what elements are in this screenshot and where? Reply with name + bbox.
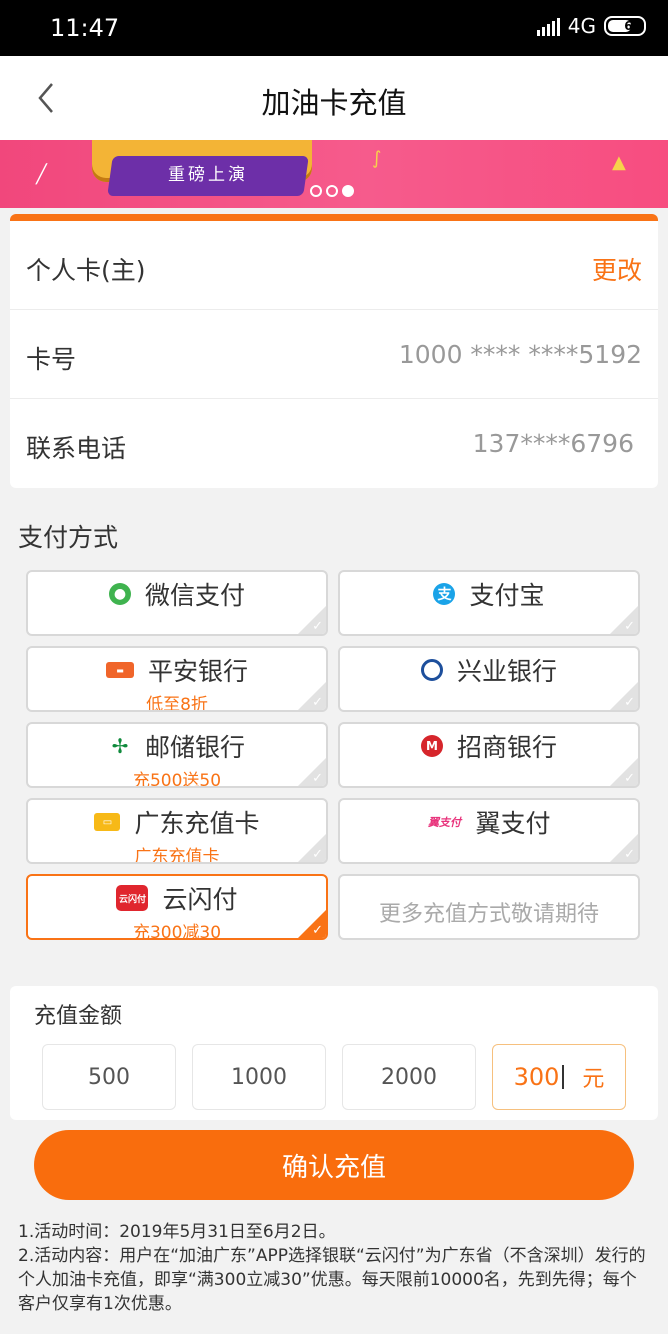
amount-unit: 元: [582, 1067, 605, 1092]
network-type: 4G: [567, 14, 596, 38]
pay-method-more: 更多充值方式敬请期待: [338, 874, 640, 940]
wechat-icon: ●: [108, 583, 131, 605]
card-info-panel: 个人卡(主) 更改 卡号 1000 **** ****5192 联系电话 137…: [10, 214, 658, 488]
check-icon: ✓: [312, 771, 323, 786]
pay-method-psbc[interactable]: ✢ 邮储银行 充500送50 ✓: [26, 722, 328, 788]
carousel-dots: [310, 185, 354, 197]
pay-method-promo: 充500送50: [132, 771, 222, 788]
pay-method-pingan[interactable]: ▬ 平安银行 低至8折 ✓: [26, 646, 328, 712]
card-type-label: 个人卡(主): [26, 256, 146, 285]
pingan-bank-icon: ▬: [105, 662, 134, 678]
note-time: 1.活动时间：2019年5月31日至6月2日。: [18, 1222, 336, 1242]
pay-method-label: 支付宝: [469, 581, 545, 610]
carousel-dot-active[interactable]: [342, 185, 354, 197]
amount-option[interactable]: 2000: [342, 1044, 476, 1110]
battery-level: 61: [624, 19, 641, 33]
signal-icon: [536, 16, 560, 36]
phone-label: 联系电话: [26, 434, 127, 463]
pay-method-unionpay-quickpass[interactable]: 云闪付 云闪付 充300减30 ✓: [26, 874, 328, 940]
check-icon: ✓: [624, 847, 635, 862]
check-icon: ✓: [312, 695, 323, 710]
custom-amount-value: 300: [513, 1063, 560, 1091]
check-icon: ✓: [312, 619, 323, 634]
confirm-recharge-button[interactable]: 确认充值: [34, 1130, 634, 1200]
more-methods-text: 更多充值方式敬请期待: [378, 902, 599, 927]
bestpay-icon: 翼支付: [427, 811, 462, 833]
pay-method-label: 兴业银行: [456, 657, 557, 686]
promo-banner[interactable]: ∫ ▲ ╱: [0, 140, 668, 208]
pay-method-bestpay[interactable]: 翼支付 翼支付 ✓: [338, 798, 640, 864]
pay-method-wechat[interactable]: ● 微信支付 ✓: [26, 570, 328, 636]
activity-notes: 1.活动时间：2019年5月31日至6月2日。 2.活动内容：用户在“加油广东”…: [18, 1220, 650, 1316]
phone-value: 137****6796: [472, 429, 634, 458]
quickpass-icon: 云闪付: [116, 885, 149, 911]
status-time: 11:47: [50, 14, 120, 42]
pay-method-label: 翼支付: [475, 809, 551, 838]
pay-method-promo: 广东充值卡: [134, 847, 220, 864]
check-icon: ✓: [624, 695, 635, 710]
card-type-row: 个人卡(主) 更改: [10, 221, 658, 310]
pay-method-label: 广东充值卡: [134, 809, 260, 838]
pay-method-cmb[interactable]: M 招商银行 ✓: [338, 722, 640, 788]
pay-method-label: 平安银行: [147, 657, 248, 686]
amount-panel: 充值金额 500 1000 2000 300 元: [10, 986, 658, 1120]
check-icon: ✓: [624, 771, 635, 786]
banner-sparkle-icon: ∫: [372, 148, 382, 169]
banner-subtitle: 重磅上演: [168, 165, 248, 185]
check-icon: ✓: [312, 923, 323, 938]
carousel-dot[interactable]: [326, 185, 338, 197]
banner-line-icon: ╱: [36, 164, 47, 185]
status-indicators: 4G 61: [536, 14, 646, 38]
status-bar: 11:47 4G 61: [0, 0, 668, 56]
pay-method-label: 邮储银行: [144, 733, 245, 762]
alipay-icon: 支: [433, 583, 456, 605]
payment-section-title: 支付方式: [18, 523, 119, 552]
text-caret: [562, 1065, 565, 1089]
nav-bar: 加油卡充值: [0, 56, 668, 140]
check-icon: ✓: [312, 847, 323, 862]
amount-option[interactable]: 1000: [192, 1044, 326, 1110]
prepaid-card-icon: ▭: [94, 813, 121, 831]
pay-method-label: 云闪付: [162, 885, 238, 914]
carousel-dot[interactable]: [310, 185, 322, 197]
check-icon: ✓: [624, 619, 635, 634]
battery-icon: 61: [604, 16, 646, 36]
banner-triangle-icon: ▲: [612, 152, 626, 173]
custom-amount-input[interactable]: 300 元: [492, 1044, 626, 1110]
note-content: 2.活动内容：用户在“加油广东”APP选择银联“云闪付”为广东省（不含深圳）发行…: [18, 1246, 646, 1314]
pay-method-gd-card[interactable]: ▭ 广东充值卡 广东充值卡 ✓: [26, 798, 328, 864]
amount-option[interactable]: 500: [42, 1044, 176, 1110]
amount-title: 充值金额: [34, 1004, 123, 1029]
card-number-value: 1000 **** ****5192: [398, 340, 642, 369]
card-number-label: 卡号: [26, 345, 77, 374]
pay-method-label: 招商银行: [456, 733, 557, 762]
card-number-row: 卡号 1000 **** ****5192: [10, 310, 658, 399]
psbc-bank-icon: ✢: [108, 734, 131, 758]
change-card-button[interactable]: 更改: [592, 251, 642, 287]
pay-method-label: 微信支付: [144, 581, 245, 610]
pay-method-promo: 低至8折: [146, 695, 208, 712]
phone-row: 联系电话 137****6796: [10, 399, 658, 488]
pay-method-cib[interactable]: 兴业银行 ✓: [338, 646, 640, 712]
cmb-bank-icon: M: [420, 735, 443, 757]
page-title: 加油卡充值: [261, 86, 407, 120]
pay-method-alipay[interactable]: 支 支付宝 ✓: [338, 570, 640, 636]
cib-bank-icon: [420, 659, 443, 681]
pay-method-promo: 充300减30: [132, 923, 222, 940]
